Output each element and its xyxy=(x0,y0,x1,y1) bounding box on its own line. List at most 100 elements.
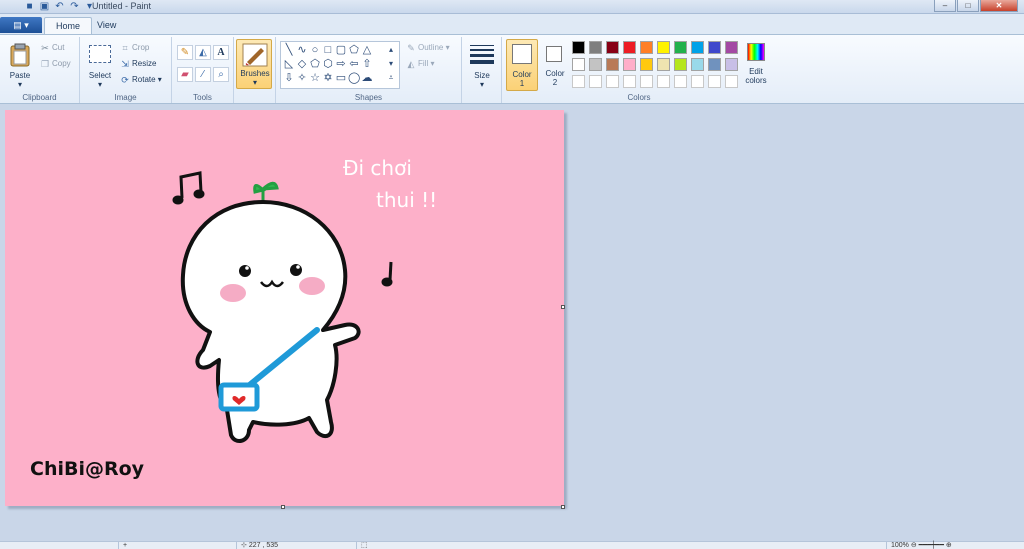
color1-swatch xyxy=(512,44,532,64)
resize-button[interactable]: ⇲ Resize xyxy=(120,59,156,69)
left-arrow-shape-icon[interactable]: ⇦ xyxy=(348,58,360,70)
palette-swatch[interactable] xyxy=(725,58,738,71)
five-point-star-shape-icon[interactable]: ☆ xyxy=(309,72,321,84)
line-shape-icon[interactable]: ╲ xyxy=(283,44,295,56)
custom-color-slot[interactable] xyxy=(691,75,704,88)
drawing-canvas[interactable]: Đi chơi thui !! ChiBi@Roy xyxy=(5,110,564,506)
rainbow-icon xyxy=(747,43,765,61)
palette-swatch[interactable] xyxy=(691,58,704,71)
eraser-icon[interactable]: ▰ xyxy=(177,67,193,82)
outline-label: Outline xyxy=(418,43,444,53)
cut-button[interactable]: ✂ Cut xyxy=(40,43,64,53)
tab-home[interactable]: Home xyxy=(44,17,93,35)
magnifier-icon[interactable]: ⌕ xyxy=(213,67,229,82)
signature-text: ChiBi@Roy xyxy=(30,458,145,480)
palette-swatch[interactable] xyxy=(572,41,585,54)
save-icon[interactable]: ▣ xyxy=(39,1,50,12)
resize-handle-right[interactable] xyxy=(561,305,565,309)
shapes-more-icon[interactable]: ⩡ xyxy=(385,72,397,84)
outline-button[interactable]: ✎ Outline ▾ xyxy=(406,43,449,53)
palette-swatch[interactable] xyxy=(725,41,738,54)
custom-color-slot[interactable] xyxy=(657,75,670,88)
shoulder-bag xyxy=(218,382,260,412)
pencil-icon[interactable]: ✎ xyxy=(177,45,193,60)
custom-color-slot[interactable] xyxy=(674,75,687,88)
resize-handle-corner[interactable] xyxy=(561,505,565,509)
paint-app-icon[interactable]: ■ xyxy=(24,1,35,12)
redo-icon[interactable]: ↷ xyxy=(69,1,80,12)
fill-bucket-icon[interactable]: ◭ xyxy=(195,45,211,60)
select-button[interactable]: Select ▾ xyxy=(84,41,116,91)
up-arrow-shape-icon[interactable]: ⇧ xyxy=(361,58,373,70)
palette-swatch[interactable] xyxy=(623,41,636,54)
palette-swatch[interactable] xyxy=(572,58,585,71)
palette-swatch[interactable] xyxy=(708,41,721,54)
resize-handle-bottom[interactable] xyxy=(281,505,285,509)
palette-swatch[interactable] xyxy=(640,41,653,54)
palette-swatch[interactable] xyxy=(589,41,602,54)
hexagon-shape-icon[interactable]: ⬡ xyxy=(322,58,334,70)
canvas-workspace[interactable]: Đi chơi thui !! ChiBi@Roy xyxy=(0,104,1024,541)
right-arrow-shape-icon[interactable]: ⇨ xyxy=(335,58,347,70)
triangle-shape-icon[interactable]: △ xyxy=(361,44,373,56)
paint-menu-button[interactable]: ▤ ▾ xyxy=(0,17,42,33)
palette-swatch[interactable] xyxy=(674,41,687,54)
shapes-scroll-down-icon[interactable]: ▾ xyxy=(385,58,397,70)
diamond-shape-icon[interactable]: ◇ xyxy=(296,58,308,70)
palette-swatch[interactable] xyxy=(657,58,670,71)
brushes-button[interactable]: Brushes ▾ xyxy=(236,39,272,89)
palette-swatch[interactable] xyxy=(708,58,721,71)
custom-color-slot[interactable] xyxy=(606,75,619,88)
rotate-button[interactable]: ⟳ Rotate ▾ xyxy=(120,75,162,85)
edit-colors-button[interactable]: Edit colors xyxy=(740,41,772,91)
curve-shape-icon[interactable]: ∿ xyxy=(296,44,308,56)
minimize-button[interactable]: – xyxy=(934,0,956,12)
close-button[interactable]: ✕ xyxy=(980,0,1018,12)
rounded-callout-shape-icon[interactable]: ▭ xyxy=(335,72,347,84)
undo-icon[interactable]: ↶ xyxy=(54,1,65,12)
palette-swatch[interactable] xyxy=(623,58,636,71)
six-point-star-shape-icon[interactable]: ✡ xyxy=(322,72,334,84)
palette-swatch[interactable] xyxy=(640,58,653,71)
tab-view[interactable]: View xyxy=(86,17,127,35)
rounded-rectangle-shape-icon[interactable]: ▢ xyxy=(335,44,347,56)
oval-callout-shape-icon[interactable]: ◯ xyxy=(348,72,360,84)
polygon-shape-icon[interactable]: ⬠ xyxy=(348,44,360,56)
rectangle-shape-icon[interactable]: □ xyxy=(322,44,334,56)
four-point-star-shape-icon[interactable]: ✧ xyxy=(296,72,308,84)
copy-button[interactable]: ❐ Copy xyxy=(40,59,71,69)
colors-group-label: Colors xyxy=(627,93,651,102)
down-arrow-shape-icon[interactable]: ⇩ xyxy=(283,72,295,84)
size-button[interactable]: Size ▾ xyxy=(466,41,498,91)
custom-color-slot[interactable] xyxy=(640,75,653,88)
paste-button[interactable]: Paste ▾ xyxy=(6,41,34,91)
brushes-group: Brushes ▾ xyxy=(234,37,276,103)
custom-color-slot[interactable] xyxy=(725,75,738,88)
custom-color-slot[interactable] xyxy=(623,75,636,88)
palette-swatch[interactable] xyxy=(657,41,670,54)
custom-color-slot[interactable] xyxy=(572,75,585,88)
color1-button[interactable]: Color 1 xyxy=(506,39,538,91)
shapes-scroll-up-icon[interactable]: ▴ xyxy=(385,44,397,56)
canvas-text-line1: Đi chơi xyxy=(343,156,412,180)
palette-swatch[interactable] xyxy=(606,41,619,54)
crop-button[interactable]: ⌗ Crop xyxy=(120,43,149,53)
custom-color-slot[interactable] xyxy=(708,75,721,88)
palette-swatch[interactable] xyxy=(691,41,704,54)
color-picker-icon[interactable]: ⁄ xyxy=(195,67,211,82)
fill-button[interactable]: ◭ Fill ▾ xyxy=(406,59,435,69)
palette-swatch[interactable] xyxy=(674,58,687,71)
edit-colors-label: Edit colors xyxy=(745,67,767,85)
palette-swatch[interactable] xyxy=(589,58,602,71)
maximize-button[interactable]: □ xyxy=(957,0,979,12)
custom-color-slot[interactable] xyxy=(589,75,602,88)
palette-swatch[interactable] xyxy=(606,58,619,71)
right-triangle-shape-icon[interactable]: ◺ xyxy=(283,58,295,70)
cloud-callout-shape-icon[interactable]: ☁ xyxy=(361,72,373,84)
text-tool-icon[interactable]: A xyxy=(213,45,229,60)
ribbon: Paste ▾ ✂ Cut ❐ Copy Clipboard Select ▾ ⌗ C… xyxy=(0,34,1024,104)
color2-button[interactable]: Color 2 xyxy=(540,39,570,91)
pentagon-shape-icon[interactable]: ⬠ xyxy=(309,58,321,70)
zoom-control[interactable]: 100% ⊖ ━━━┿━━ ⊕ xyxy=(886,542,1024,549)
oval-shape-icon[interactable]: ○ xyxy=(309,44,321,56)
